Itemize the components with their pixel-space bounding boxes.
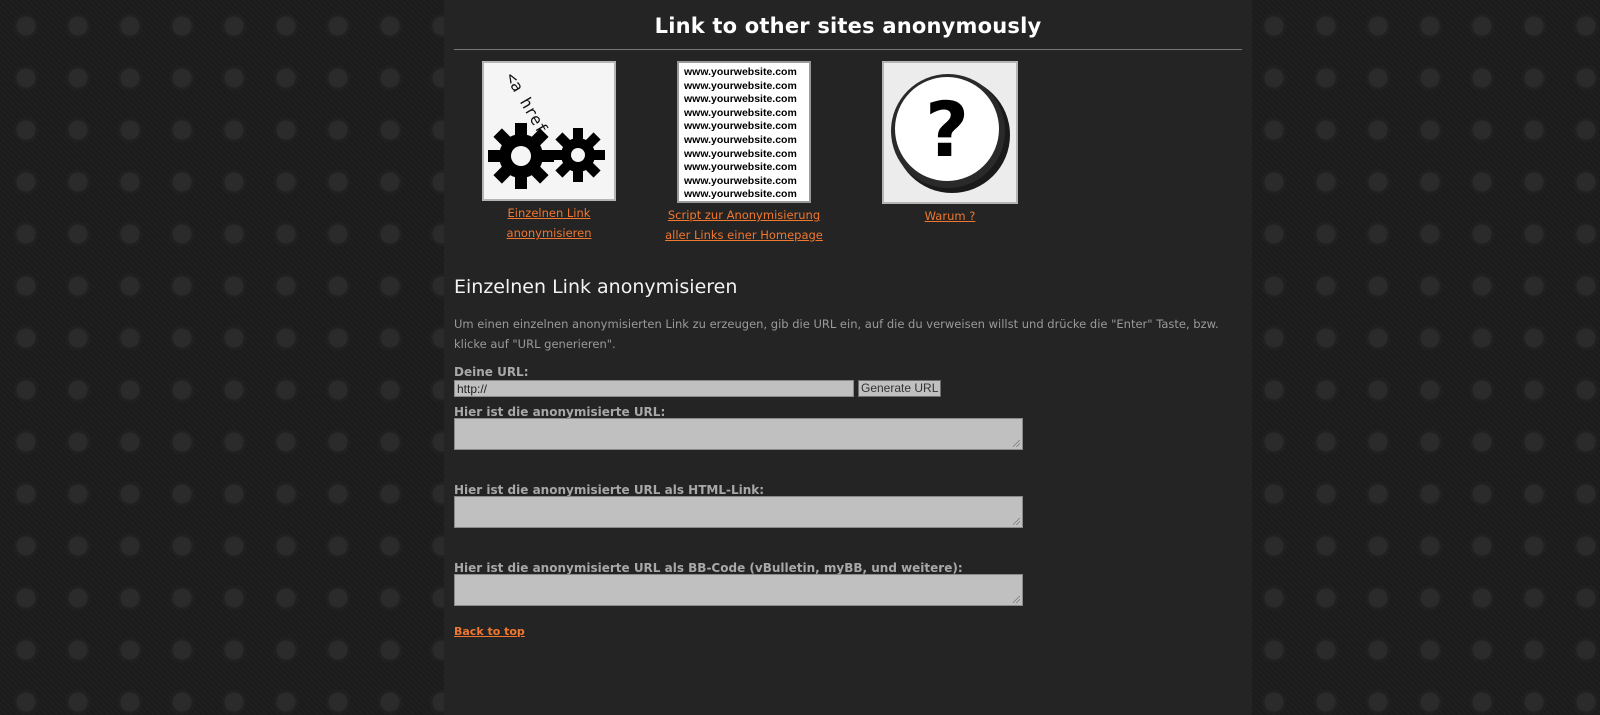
- page-title: Link to other sites anonymously: [654, 14, 1042, 38]
- gears-code-icon[interactable]: <a href: [482, 61, 616, 201]
- result-label: Hier ist die anonymisierte URL:: [454, 405, 666, 419]
- website-list-item: www.yourwebsite.com: [684, 147, 797, 160]
- thumb-single-link: <a href Einzelnen Link anonymisieren: [474, 61, 624, 243]
- question-symbol: ?: [925, 85, 969, 174]
- html-link-label: Hier ist die anonymisierte URL als HTML-…: [454, 483, 765, 497]
- section-heading: Einzelnen Link anonymisieren: [454, 276, 738, 298]
- website-list-item: www.yourwebsite.com: [684, 79, 797, 92]
- feature-thumbnails: <a href Einzelnen Link anonymisieren www…: [444, 61, 1252, 251]
- url-row: Generate URL: [454, 380, 942, 397]
- html-link-textarea[interactable]: [454, 496, 1023, 528]
- website-list-item: www.yourwebsite.com: [684, 133, 797, 146]
- single-link-section: Einzelnen Link anonymisieren Um einen ei…: [454, 276, 1244, 638]
- website-list-item: www.yourwebsite.com: [684, 188, 797, 201]
- website-list-item: www.yourwebsite.com: [684, 161, 797, 174]
- bbcode-label: Hier ist die anonymisierte URL als BB-Co…: [454, 561, 963, 575]
- section-description: Um einen einzelnen anonymisierten Link z…: [454, 317, 1219, 351]
- website-list-item: www.yourwebsite.com: [684, 66, 797, 78]
- generate-url-button[interactable]: Generate URL: [858, 380, 942, 397]
- gear-small-icon: [551, 128, 605, 182]
- website-list: www.yourwebsite.com www.yourwebsite.com …: [679, 63, 809, 201]
- website-list-item: www.yourwebsite.com: [684, 174, 797, 187]
- gear-large-icon: [488, 123, 554, 189]
- single-link-nav[interactable]: Einzelnen Link anonymisieren: [474, 203, 624, 243]
- content-panel: Link to other sites anonymously <a href: [444, 0, 1252, 715]
- bbcode-textarea[interactable]: [454, 574, 1023, 606]
- back-to-top-link[interactable]: Back to top: [454, 625, 525, 638]
- anonymized-url-textarea[interactable]: [454, 418, 1023, 450]
- website-list-item: www.yourwebsite.com: [684, 93, 797, 106]
- url-label: Deine URL:: [454, 365, 529, 379]
- website-list-icon[interactable]: www.yourwebsite.com www.yourwebsite.com …: [677, 61, 811, 203]
- thumb-why: ? Warum ?: [870, 61, 1030, 226]
- question-circle-graphic: ?: [891, 74, 1010, 193]
- title-divider: [454, 49, 1242, 50]
- website-list-item: www.yourwebsite.com: [684, 120, 797, 133]
- why-link-nav[interactable]: Warum ?: [870, 206, 1030, 226]
- website-list-item: www.yourwebsite.com: [684, 106, 797, 119]
- thumb-script: www.yourwebsite.com www.yourwebsite.com …: [644, 61, 844, 245]
- url-input[interactable]: [454, 380, 854, 397]
- question-mark-icon[interactable]: ?: [882, 61, 1018, 204]
- script-link-nav[interactable]: Script zur Anonymisierung aller Links ei…: [644, 205, 844, 245]
